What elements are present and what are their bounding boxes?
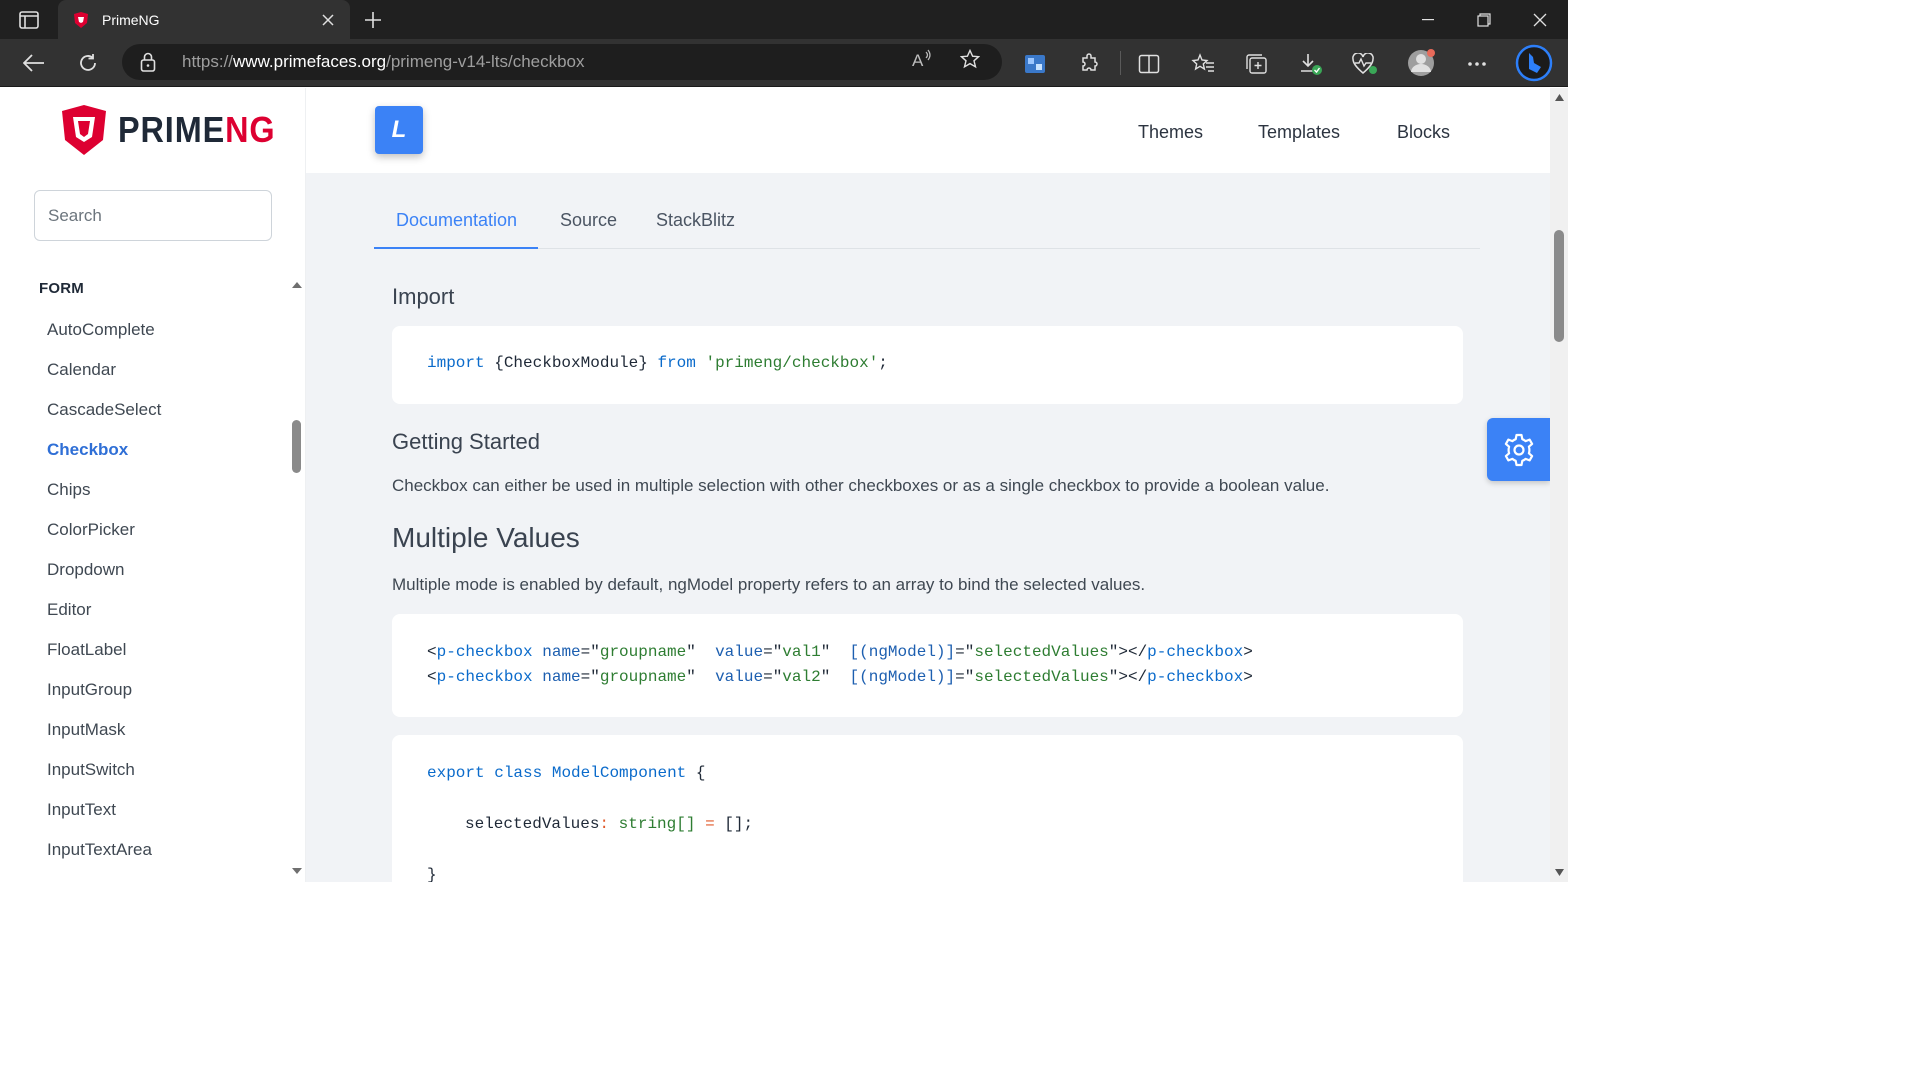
primeng-logo[interactable]: PRIMENG <box>60 104 293 156</box>
lock-icon[interactable] <box>140 52 160 72</box>
nav-themes[interactable]: Themes <box>1138 122 1203 143</box>
primeng-favicon-icon <box>72 11 90 29</box>
new-tab-icon[interactable] <box>360 7 386 33</box>
tab-source[interactable]: Source <box>560 210 617 231</box>
collections-icon[interactable] <box>1244 51 1270 77</box>
nav-templates[interactable]: Templates <box>1258 122 1340 143</box>
multiple-values-heading: Multiple Values <box>392 522 580 553</box>
menu-item-cascadeselect[interactable]: CascadeSelect <box>47 400 161 420</box>
menu-item-editor[interactable]: Editor <box>47 600 91 620</box>
page: PRIMENG FORM AutoComplete Calendar Casca… <box>0 88 1568 882</box>
bing-copilot-icon[interactable] <box>1514 43 1554 83</box>
ts-code-line: } <box>427 866 437 882</box>
scroll-down-arrow-icon[interactable] <box>291 866 303 876</box>
menu-item-inputtext[interactable]: InputText <box>47 800 116 820</box>
menu-item-dropdown[interactable]: Dropdown <box>47 560 125 580</box>
config-button[interactable] <box>1487 418 1550 481</box>
browser-tab[interactable]: PrimeNG <box>58 0 350 39</box>
menu-item-colorpicker[interactable]: ColorPicker <box>47 520 135 540</box>
sidebar: PRIMENG FORM AutoComplete Calendar Casca… <box>0 88 306 882</box>
menu-item-inputswitch[interactable]: InputSwitch <box>47 760 135 780</box>
menu-section-form: FORM <box>39 280 84 297</box>
split-screen-icon[interactable] <box>1136 51 1162 77</box>
topbar: L Themes Templates Blocks <box>306 88 1550 173</box>
doc-tabs: Documentation Source StackBlitz <box>374 196 1480 249</box>
close-tab-icon[interactable] <box>318 10 338 30</box>
menu-item-chips[interactable]: Chips <box>47 480 90 500</box>
getting-started-heading: Getting Started <box>392 429 540 454</box>
main-content: L Themes Templates Blocks Documentation … <box>306 88 1550 882</box>
search-input[interactable] <box>34 190 272 241</box>
downloads-icon[interactable] <box>1298 51 1324 77</box>
tab-actions-icon[interactable] <box>14 8 44 32</box>
sidebar-scrollbar[interactable] <box>290 278 304 882</box>
tab-stackblitz[interactable]: StackBlitz <box>656 210 735 231</box>
import-code-line: import {CheckboxModule} from 'primeng/ch… <box>427 354 888 372</box>
menu-item-autocomplete[interactable]: AutoComplete <box>47 320 155 340</box>
extensions-puzzle-icon[interactable] <box>1077 51 1103 77</box>
extension-image-icon[interactable] <box>1022 51 1048 77</box>
multiple-values-text: Multiple mode is enabled by default, ngM… <box>392 575 1146 594</box>
browser-toolbar: https://www.primefaces.org/primeng-v14-l… <box>0 39 1568 87</box>
template-code-block: <p-checkbox name="groupname" value="val1… <box>392 614 1463 717</box>
page-scroll-down-arrow-icon[interactable] <box>1554 868 1565 877</box>
import-heading: Import <box>392 284 455 309</box>
logo-text: PRIMENG <box>118 109 276 150</box>
version-badge[interactable]: L <box>375 106 423 154</box>
menu-item-floatlabel[interactable]: FloatLabel <box>47 640 126 660</box>
menu-item-checkbox[interactable]: Checkbox <box>47 440 128 460</box>
active-tab-indicator <box>374 247 538 249</box>
typescript-code-block: export class ModelComponent { selectedVa… <box>392 735 1463 882</box>
page-scrollbar[interactable] <box>1550 88 1568 882</box>
browser-essentials-icon[interactable] <box>1352 51 1378 77</box>
address-bar[interactable]: https://www.primefaces.org/primeng-v14-l… <box>122 44 1002 80</box>
read-aloud-icon[interactable]: A <box>910 47 934 71</box>
template-code-line: <p-checkbox name="groupname" value="val2… <box>427 668 1253 686</box>
nav-blocks[interactable]: Blocks <box>1397 122 1450 143</box>
ts-code-line: export class ModelComponent { <box>427 764 706 782</box>
url-text: https://www.primefaces.org/primeng-v14-l… <box>182 52 585 71</box>
sidebar-scroll-thumb[interactable] <box>292 420 301 473</box>
tab-title: PrimeNG <box>102 11 160 28</box>
import-code-block: import {CheckboxModule} from 'primeng/ch… <box>392 326 1463 404</box>
page-scroll-thumb[interactable] <box>1554 230 1564 342</box>
page-scroll-up-arrow-icon[interactable] <box>1554 93 1565 102</box>
profile-avatar[interactable] <box>1405 47 1437 79</box>
ts-code-line: selectedValues: string[] = []; <box>465 815 754 833</box>
minimize-icon[interactable] <box>1400 0 1456 39</box>
refresh-icon[interactable] <box>72 47 104 79</box>
close-window-icon[interactable] <box>1512 0 1568 39</box>
menu-item-inputtextarea[interactable]: InputTextArea <box>47 840 152 860</box>
favorites-list-icon[interactable] <box>1190 51 1216 77</box>
scroll-up-arrow-icon[interactable] <box>291 280 303 290</box>
toolbar-separator <box>1120 51 1121 75</box>
menu-item-inputmask[interactable]: InputMask <box>47 720 125 740</box>
primeng-shield-icon <box>62 105 106 155</box>
back-icon[interactable] <box>18 47 50 79</box>
template-code-line: <p-checkbox name="groupname" value="val1… <box>427 643 1253 661</box>
favorite-star-icon[interactable] <box>958 47 982 71</box>
more-icon[interactable] <box>1464 51 1490 77</box>
browser-titlebar: PrimeNG <box>0 0 1568 39</box>
restore-icon[interactable] <box>1456 0 1512 39</box>
getting-started-text: Checkbox can either be used in multiple … <box>392 476 1330 495</box>
menu-item-calendar[interactable]: Calendar <box>47 360 116 380</box>
tab-documentation[interactable]: Documentation <box>396 210 517 231</box>
gear-icon <box>1504 433 1533 466</box>
svg-text:A: A <box>912 51 924 69</box>
menu-item-inputgroup[interactable]: InputGroup <box>47 680 132 700</box>
